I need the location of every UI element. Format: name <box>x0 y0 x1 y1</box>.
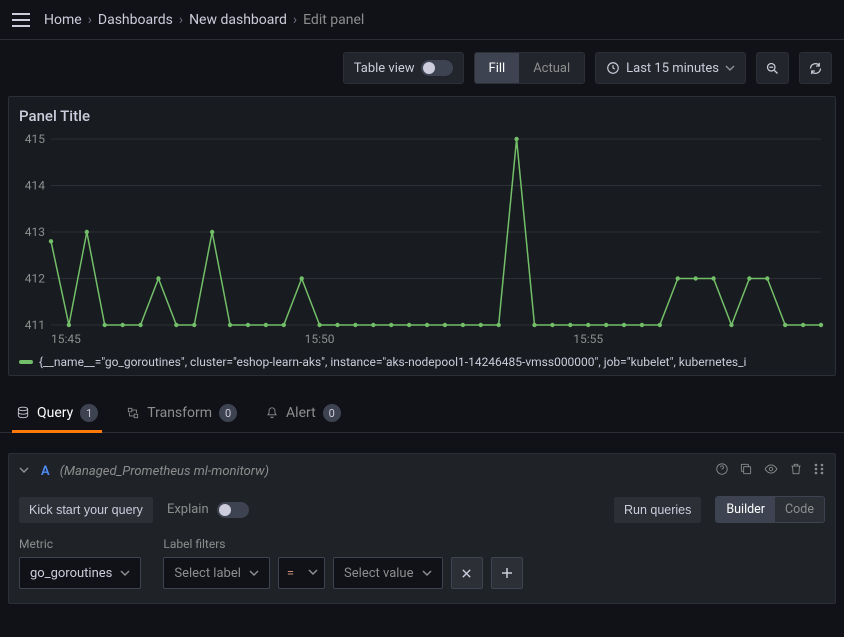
chevron-down-icon <box>302 566 324 581</box>
crumb-dashboards[interactable]: Dashboards <box>98 12 173 28</box>
tab-query-label: Query <box>37 405 73 421</box>
tab-alert[interactable]: Alert 0 <box>261 396 345 432</box>
builder-code-switch: Builder Code <box>715 496 825 523</box>
svg-text:412: 412 <box>25 272 45 286</box>
query-editor: A (Managed_Prometheus ml-monitorw) Kick … <box>8 453 836 604</box>
table-view-label: Table view <box>354 61 415 76</box>
tab-query-count: 1 <box>80 404 98 422</box>
close-icon <box>461 568 472 579</box>
chevron-down-icon <box>19 465 29 475</box>
metric-label: Metric <box>19 537 141 551</box>
drag-query-handle[interactable] <box>813 462 825 480</box>
copy-icon <box>739 462 753 476</box>
breadcrumb: Home › Dashboards › New dashboard › Edit… <box>44 12 364 28</box>
chevron-down-icon <box>422 568 432 578</box>
svg-text:414: 414 <box>25 179 45 193</box>
chart-panel: Panel Title 411 412 413 414 415 15:45 15:50 15:… <box>8 96 836 376</box>
clock-icon <box>606 61 620 75</box>
database-icon <box>16 406 30 420</box>
tab-transform[interactable]: Transform 0 <box>122 396 241 432</box>
builder-mode[interactable]: Builder <box>716 497 775 522</box>
tab-transform-count: 0 <box>219 404 237 422</box>
svg-text:415: 415 <box>25 132 45 146</box>
crumb-home[interactable]: Home <box>44 12 82 28</box>
fill-option[interactable]: Fill <box>475 53 520 83</box>
crumb-edit-panel: Edit panel <box>303 12 364 28</box>
operator-value: = <box>279 566 302 581</box>
plus-icon <box>501 567 513 579</box>
label-filters-label: Label filters <box>163 537 522 551</box>
chevron-down-icon <box>725 63 735 73</box>
toggle-icon <box>421 60 453 76</box>
svg-text:15:45: 15:45 <box>51 332 81 346</box>
label-value-placeholder: Select value <box>344 566 413 581</box>
chevron-down-icon <box>249 568 259 578</box>
chevron-right-icon: › <box>88 12 92 28</box>
transform-icon <box>126 406 140 420</box>
actual-option[interactable]: Actual <box>519 53 584 83</box>
crumb-new-dashboard[interactable]: New dashboard <box>189 12 287 28</box>
table-view-toggle[interactable]: Table view <box>343 52 464 84</box>
explain-label: Explain <box>167 502 209 517</box>
add-filter-button[interactable] <box>491 557 523 589</box>
duplicate-query-button[interactable] <box>739 462 753 480</box>
menu-toggle[interactable] <box>12 13 30 27</box>
svg-text:411: 411 <box>25 318 45 332</box>
eye-icon <box>763 462 779 476</box>
line-chart[interactable]: 411 412 413 414 415 15:45 15:50 15:55 <box>19 131 827 351</box>
zoom-out-button[interactable] <box>756 52 789 84</box>
remove-filter-button[interactable] <box>451 557 483 589</box>
toggle-query-visibility[interactable] <box>763 462 779 480</box>
query-ref-id[interactable]: A <box>41 464 50 479</box>
explain-toggle[interactable] <box>217 502 249 518</box>
zoom-out-icon <box>765 61 780 76</box>
label-name-placeholder: Select label <box>174 566 241 581</box>
help-icon <box>715 462 729 476</box>
kick-start-query-button[interactable]: Kick start your query <box>19 497 153 523</box>
datasource-name[interactable]: (Managed_Prometheus ml-monitorw) <box>60 464 269 479</box>
svg-text:413: 413 <box>25 225 45 239</box>
collapse-query-toggle[interactable] <box>19 464 29 479</box>
query-tabs: Query 1 Transform 0 Alert 0 <box>0 388 844 433</box>
run-queries-button[interactable]: Run queries <box>614 497 701 523</box>
query-help-button[interactable] <box>715 462 729 480</box>
code-mode[interactable]: Code <box>775 497 824 522</box>
panel-title: Panel Title <box>19 107 825 125</box>
time-range-label: Last 15 minutes <box>626 61 719 76</box>
legend-color-swatch <box>19 360 33 364</box>
chevron-right-icon: › <box>293 12 297 28</box>
bell-icon <box>265 406 279 420</box>
refresh-button[interactable] <box>799 52 832 84</box>
metric-value: go_goroutines <box>30 566 112 581</box>
chevron-down-icon <box>120 568 130 578</box>
tab-query[interactable]: Query 1 <box>12 396 102 432</box>
legend: {__name__="go_goroutines", cluster="esho… <box>19 355 825 369</box>
label-value-select[interactable]: Select value <box>333 557 442 589</box>
legend-label[interactable]: {__name__="go_goroutines", cluster="esho… <box>39 355 746 369</box>
svg-text:15:50: 15:50 <box>305 332 335 346</box>
tab-alert-count: 0 <box>323 404 341 422</box>
tab-transform-label: Transform <box>147 405 212 421</box>
drag-icon <box>813 462 825 476</box>
label-name-select[interactable]: Select label <box>163 557 270 589</box>
fill-actual-switch: Fill Actual <box>474 52 586 84</box>
metric-select[interactable]: go_goroutines <box>19 557 141 589</box>
delete-query-button[interactable] <box>789 462 803 480</box>
svg-text:15:55: 15:55 <box>573 332 603 346</box>
chevron-right-icon: › <box>179 12 183 28</box>
operator-select[interactable]: = <box>278 557 325 589</box>
tab-alert-label: Alert <box>286 405 316 421</box>
refresh-icon <box>808 61 823 76</box>
trash-icon <box>789 462 803 476</box>
time-range-picker[interactable]: Last 15 minutes <box>595 52 746 84</box>
